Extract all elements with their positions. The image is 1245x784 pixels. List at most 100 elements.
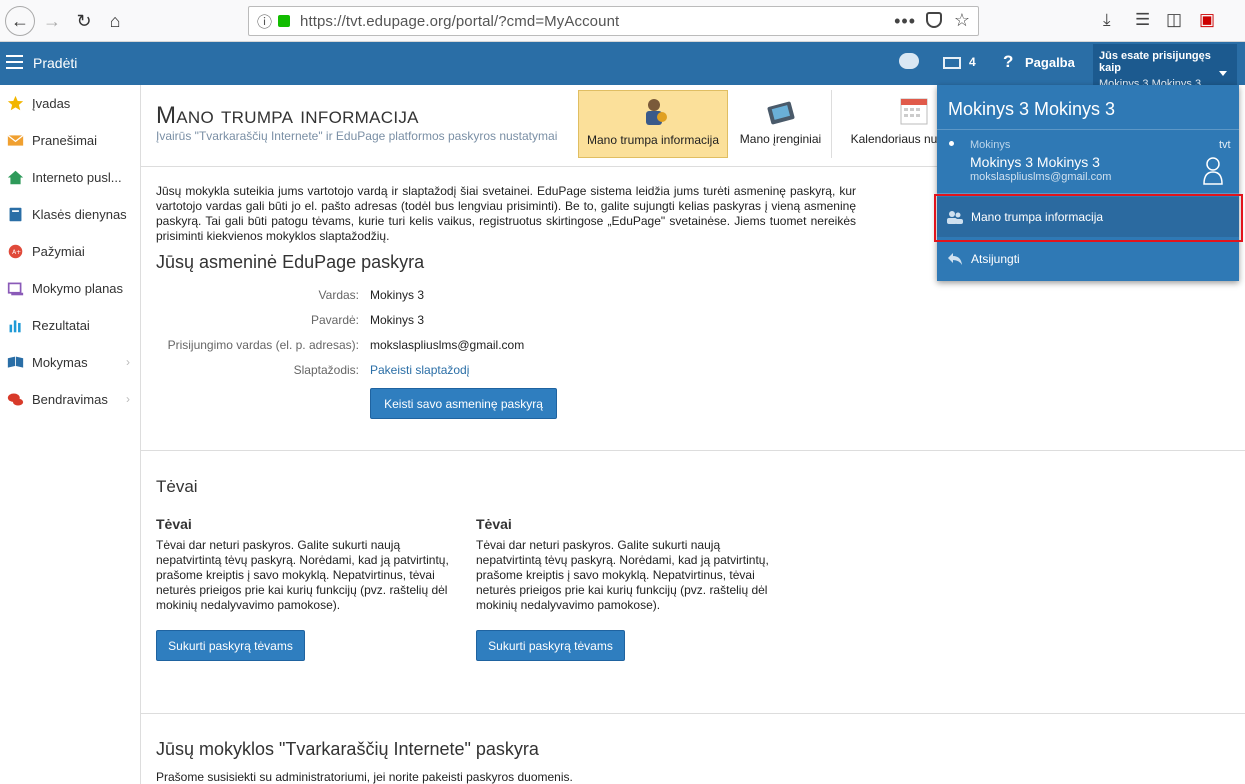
school-account-heading: Jūsų mokyklos "Tvarkaraščių Internete" p… [156,739,539,759]
hamburger-menu-icon[interactable] [6,55,23,69]
star-icon [7,95,24,110]
mail-icon[interactable] [943,57,961,69]
extension-icon[interactable]: ▣ [1199,10,1215,30]
sidebar-item-rezultatai[interactable]: Rezultatai [0,307,141,343]
create-parent-account-button[interactable]: Sukurti paskyrą tėvams [156,630,305,661]
sidebar-item-label: Mokymas [32,354,88,370]
field-label: Vardas: [318,288,359,302]
sidebar-item-label: Rezultatai [32,317,90,333]
plan-icon [7,282,24,295]
chart-icon [9,319,21,332]
grade-icon: A+ [8,244,23,258]
field-label: Slaptažodis: [293,363,359,377]
user-info-icon [646,99,667,125]
home-icon: ⌂ [109,10,121,31]
reload-icon: ↻ [76,10,92,31]
sidebar-item-mokymas[interactable]: Mokymas › [0,344,141,380]
home-button[interactable]: ⌂ [101,7,129,35]
sidebar-item-mokymo-planas[interactable]: Mokymo planas [0,270,141,306]
svg-text:A+: A+ [12,249,21,256]
annotation-highlight-box [934,194,1243,242]
lock-icon[interactable] [278,15,291,27]
url-text[interactable]: https://tvt.edupage.org/portal/?cmd=MyAc… [300,13,619,30]
account-name[interactable]: Mokinys 3 Mokinys 3 [970,154,1100,170]
logout-arrow-icon [948,253,962,265]
parents-heading: Tėvai [156,477,198,496]
intro-text: Jūsų mokykla suteikia jums vartotojo var… [156,184,856,243]
change-account-button[interactable]: Keisti savo asmeninę paskyrą [370,388,557,419]
envelope-icon [7,134,24,146]
parent-card-text: Tėvai dar neturi paskyros. Galite sukurt… [476,538,769,612]
parent-account-card: Tėvai Tėvai dar neturi paskyros. Galite … [476,516,786,613]
book-icon [9,207,22,221]
menu-item-label: Atsijungti [971,252,1020,266]
sidebar-item-label: Pažymiai [32,243,85,259]
bullet-icon [949,141,954,146]
calendar-icon [900,98,928,125]
sidebar-item-bendravimas[interactable]: Bendravimas › [0,381,141,417]
download-icon[interactable]: ⤓ [1103,10,1111,30]
mail-count-badge[interactable]: 4 [969,55,976,69]
divider [141,713,1245,714]
sidebar-item-label: Įvadas [32,95,71,111]
library-icon[interactable]: ☰ [1135,10,1150,30]
page-header: Mano trumpa informacija Įvairūs "Tvarkar… [141,85,945,167]
page-subtitle: Įvairūs "Tvarkaraščių Internete" ir EduP… [156,129,558,143]
pocket-icon[interactable] [926,12,942,28]
sidebar-item-pazymiai[interactable]: A+ Pažymiai [0,233,141,269]
create-parent-account-button[interactable]: Sukurti paskyrą tėvams [476,630,625,661]
field-row-first-name: Vardas: Mokinys 3 [141,288,841,308]
address-bar[interactable]: ⓘ https://tvt.edupage.org/portal/?cmd=My… [248,6,979,36]
help-link[interactable]: Pagalba [1025,55,1075,70]
account-school: tvt [1219,139,1231,151]
help-icon[interactable]: ? [1003,52,1013,72]
bookmark-star-icon[interactable]: ☆ [954,10,970,31]
parent-card-text: Tėvai dar neturi paskyros. Galite sukurt… [156,538,449,612]
app-topbar: Pradėti 4 ? Pagalba [0,42,1245,85]
sidebar-item-label: Mokymo planas [32,280,124,296]
field-value: mokslaspliuslms@gmail.com [370,338,525,352]
tile-calendar[interactable]: Kalendoriaus nu [834,90,954,158]
sidebar-item-label: Bendravimas [32,391,108,407]
tile-label: Kalendoriaus nu [850,132,938,146]
divider [937,129,1239,130]
forward-button[interactable]: → [38,7,66,35]
sidebar-item-klases-dienynas[interactable]: Klasės dienynas [0,196,141,232]
account-heading: Jūsų asmeninė EduPage paskyra [156,252,425,272]
caret-down-icon [1219,71,1227,76]
sidebar-toggle-icon[interactable]: ◫ [1166,10,1182,30]
tile-my-devices[interactable]: Mano įrenginiai [730,90,832,158]
divider [141,450,1245,451]
field-row-password: Slaptažodis: Pakeisti slaptažodį [141,363,841,383]
field-label: Pavardė: [310,313,359,327]
tile-label: Mano įrenginiai [739,132,822,146]
field-value: Mokinys 3 [370,313,425,327]
sidebar-item-label: Klasės dienynas [32,206,127,222]
parent-card-heading: Tėvai [476,516,512,532]
field-row-login: Prisijungimo vardas (el. p. adresas): mo… [141,338,841,358]
menu-item-logout[interactable]: Atsijungti [937,240,1239,278]
chat-icon [7,393,24,405]
account-email: mokslaspliuslms@gmail.com [970,171,1112,183]
chat-bubbles-icon[interactable] [899,53,919,69]
tablet-device-icon [767,101,795,125]
parent-account-card: Tėvai Tėvai dar neturi paskyros. Galite … [156,516,466,613]
sidebar-item-label: Interneto pusl... [32,169,122,185]
logged-in-label: Jūs esate prisijungęs kaip [1099,50,1211,74]
user-menu-toggle[interactable]: Jūs esate prisijungęs kaip Mokinys 3 Mok… [1093,44,1237,90]
reload-button[interactable]: ↻ [70,7,98,35]
info-icon[interactable]: ⓘ [257,11,272,32]
tile-label: Mano trumpa informacija [586,133,720,147]
field-label: Prisijungimo vardas (el. p. adresas): [167,338,359,352]
arrow-right-icon: → [43,10,61,31]
learning-icon [7,356,24,368]
back-button[interactable]: ← [5,6,35,36]
sidebar-item-interneto-puslapis[interactable]: Interneto pusl... [0,159,141,195]
page-actions-menu[interactable]: ••• [894,11,916,32]
tile-my-info[interactable]: Mano trumpa informacija [578,90,728,158]
field-row-last-name: Pavardė: Mokinys 3 [141,313,841,333]
sidebar-item-pranesimai[interactable]: Pranešimai [0,122,141,158]
start-menu-label[interactable]: Pradėti [33,55,77,71]
change-password-link[interactable]: Pakeisti slaptažodį [370,363,469,377]
sidebar-item-ivadas[interactable]: Įvadas [0,85,141,121]
